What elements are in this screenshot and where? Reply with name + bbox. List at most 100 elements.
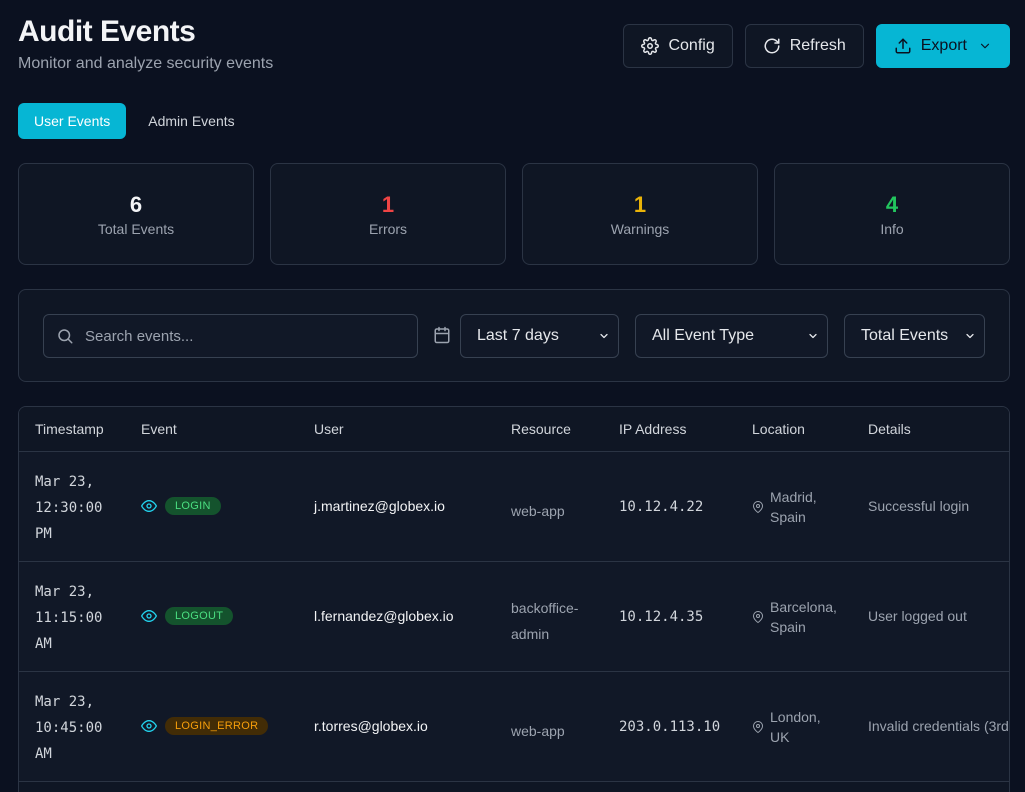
events-table: Timestamp Event User Resource IP Address… — [18, 406, 1010, 792]
user-cell: l.fernandez@globex.io — [314, 608, 454, 624]
location-line: London, — [770, 709, 821, 725]
location-text: Madrid, Spain — [770, 487, 817, 527]
timestamp-line: 10:45:00 — [35, 720, 103, 736]
metric-value: Total Events — [861, 327, 949, 344]
tab-user-events[interactable]: User Events — [18, 103, 127, 139]
resource-line: web-app — [511, 503, 565, 519]
config-button[interactable]: Config — [623, 24, 733, 68]
stats-cards: 6 Total Events 1 Errors 1 Warnings 4 Inf… — [18, 163, 1010, 265]
details-cell: Successful login — [868, 498, 970, 514]
stat-value: 1 — [633, 191, 647, 217]
location-cell: Madrid, Spain — [752, 487, 817, 527]
timestamp-line: PM — [35, 526, 52, 542]
column-header[interactable]: Location — [752, 421, 805, 437]
ip-cell: 203.0.113.10 — [619, 719, 721, 735]
event-badge: LOGOUT — [165, 607, 234, 625]
table-body: Mar 23, 12:30:00 PM LOGIN j.martinez@globe… — [19, 452, 1009, 782]
eye-icon[interactable] — [141, 608, 157, 624]
location-cell: Barcelona, Spain — [752, 597, 837, 637]
export-button[interactable]: Export — [875, 24, 1010, 68]
date-range-select[interactable]: Last 7 days — [460, 314, 619, 358]
stat-card-info: 4 Info — [774, 163, 1010, 265]
timestamp-line: Mar 23, — [35, 694, 95, 710]
timestamp-cell: Mar 23, 12:30:00 PM — [35, 469, 115, 547]
stat-label: Warnings — [610, 220, 670, 237]
location-text: Barcelona, Spain — [770, 597, 837, 637]
table-row[interactable]: Mar 23, 12:30:00 PM LOGIN j.martinez@globe… — [19, 452, 1009, 562]
refresh-label: Refresh — [789, 37, 846, 54]
date-range-value: Last 7 days — [477, 327, 559, 344]
config-label: Config — [668, 37, 715, 54]
resource-cell: web-app — [511, 498, 565, 524]
resource-line: backoffice- — [511, 600, 579, 616]
header-actions: Config Refresh Export — [623, 24, 1010, 68]
timestamp-cell: Mar 23, 10:45:00 AM — [35, 689, 115, 767]
calendar-icon-wrap — [433, 326, 451, 349]
chevron-down-icon — [600, 333, 608, 339]
location-cell: London, UK — [752, 707, 821, 747]
page-header: Audit Events Monitor and analyze securit… — [18, 14, 273, 73]
location-line: Spain — [770, 619, 806, 635]
page-subtitle: Monitor and analyze security events — [18, 55, 274, 72]
column-header[interactable]: User — [314, 421, 344, 437]
location-text: London, UK — [770, 707, 821, 747]
stat-label: Errors — [368, 220, 408, 237]
column-header[interactable]: Timestamp — [35, 421, 104, 437]
timestamp-line: AM — [35, 746, 52, 762]
filter-bar: Last 7 days All Event Type Total Events — [18, 289, 1010, 382]
timestamp-cell: Mar 23, 11:15:00 AM — [35, 579, 115, 657]
location-pin-icon — [752, 721, 764, 734]
refresh-icon — [764, 38, 780, 54]
metric-select[interactable]: Total Events — [844, 314, 985, 358]
location-line: Barcelona, — [770, 599, 837, 615]
event-cell: LOGIN — [141, 497, 221, 515]
event-badge: LOGIN_ERROR — [165, 717, 269, 735]
search-box[interactable] — [43, 314, 418, 358]
table-header: Timestamp Event User Resource IP Address… — [19, 407, 1009, 452]
resource-cell: web-app — [511, 718, 565, 744]
event-cell: LOGIN_ERROR — [141, 717, 269, 735]
stat-card-warnings: 1 Warnings — [522, 163, 758, 265]
stat-card-errors: 1 Errors — [270, 163, 506, 265]
event-cell: LOGOUT — [141, 607, 234, 625]
stat-value: 1 — [381, 191, 395, 217]
calendar-icon — [434, 326, 450, 344]
chevron-down-icon — [980, 43, 990, 49]
resource-cell: backoffice-admin — [511, 595, 578, 647]
column-header[interactable]: Details — [868, 421, 911, 437]
chevron-down-icon — [966, 333, 974, 339]
column-header[interactable]: IP Address — [619, 421, 686, 437]
resource-line: admin — [511, 626, 550, 642]
export-label: Export — [920, 37, 967, 54]
event-type-value: All Event Type — [652, 327, 754, 344]
eye-icon[interactable] — [141, 498, 157, 514]
location-line: UK — [770, 729, 790, 745]
location-line: Spain — [770, 509, 806, 525]
table-row[interactable]: Mar 23, 10:45:00 AM LOGIN_ERROR r.torres@g… — [19, 672, 1009, 782]
tab-admin-events[interactable]: Admin Events — [132, 103, 250, 139]
event-badge: LOGIN — [165, 497, 221, 515]
location-pin-icon — [752, 611, 764, 624]
search-input[interactable] — [85, 327, 405, 345]
refresh-button[interactable]: Refresh — [744, 24, 864, 68]
stat-label: Info — [880, 220, 904, 237]
eye-icon[interactable] — [141, 718, 157, 734]
event-type-select[interactable]: All Event Type — [635, 314, 828, 358]
details-cell: Invalid credentials (3rd attempt) — [868, 718, 1009, 734]
location-pin-icon — [752, 501, 764, 514]
ip-cell: 10.12.4.35 — [619, 609, 704, 625]
ip-cell: 10.12.4.22 — [619, 499, 704, 515]
resource-line: web-app — [511, 723, 565, 739]
details-cell: User logged out — [868, 608, 967, 624]
stat-label: Total Events — [97, 220, 175, 237]
event-tabs: User Events Admin Events — [18, 103, 251, 139]
timestamp-line: 12:30:00 — [35, 500, 103, 516]
timestamp-line: 11:15:00 — [35, 610, 103, 626]
stat-card-total: 6 Total Events — [18, 163, 254, 265]
page-title: Audit Events — [18, 15, 196, 48]
location-line: Madrid, — [770, 489, 817, 505]
gear-icon — [641, 37, 660, 55]
column-header[interactable]: Resource — [511, 421, 571, 437]
table-row[interactable]: Mar 23, 11:15:00 AM LOGOUT l.fernandez@glo… — [19, 562, 1009, 672]
column-header[interactable]: Event — [141, 421, 177, 437]
